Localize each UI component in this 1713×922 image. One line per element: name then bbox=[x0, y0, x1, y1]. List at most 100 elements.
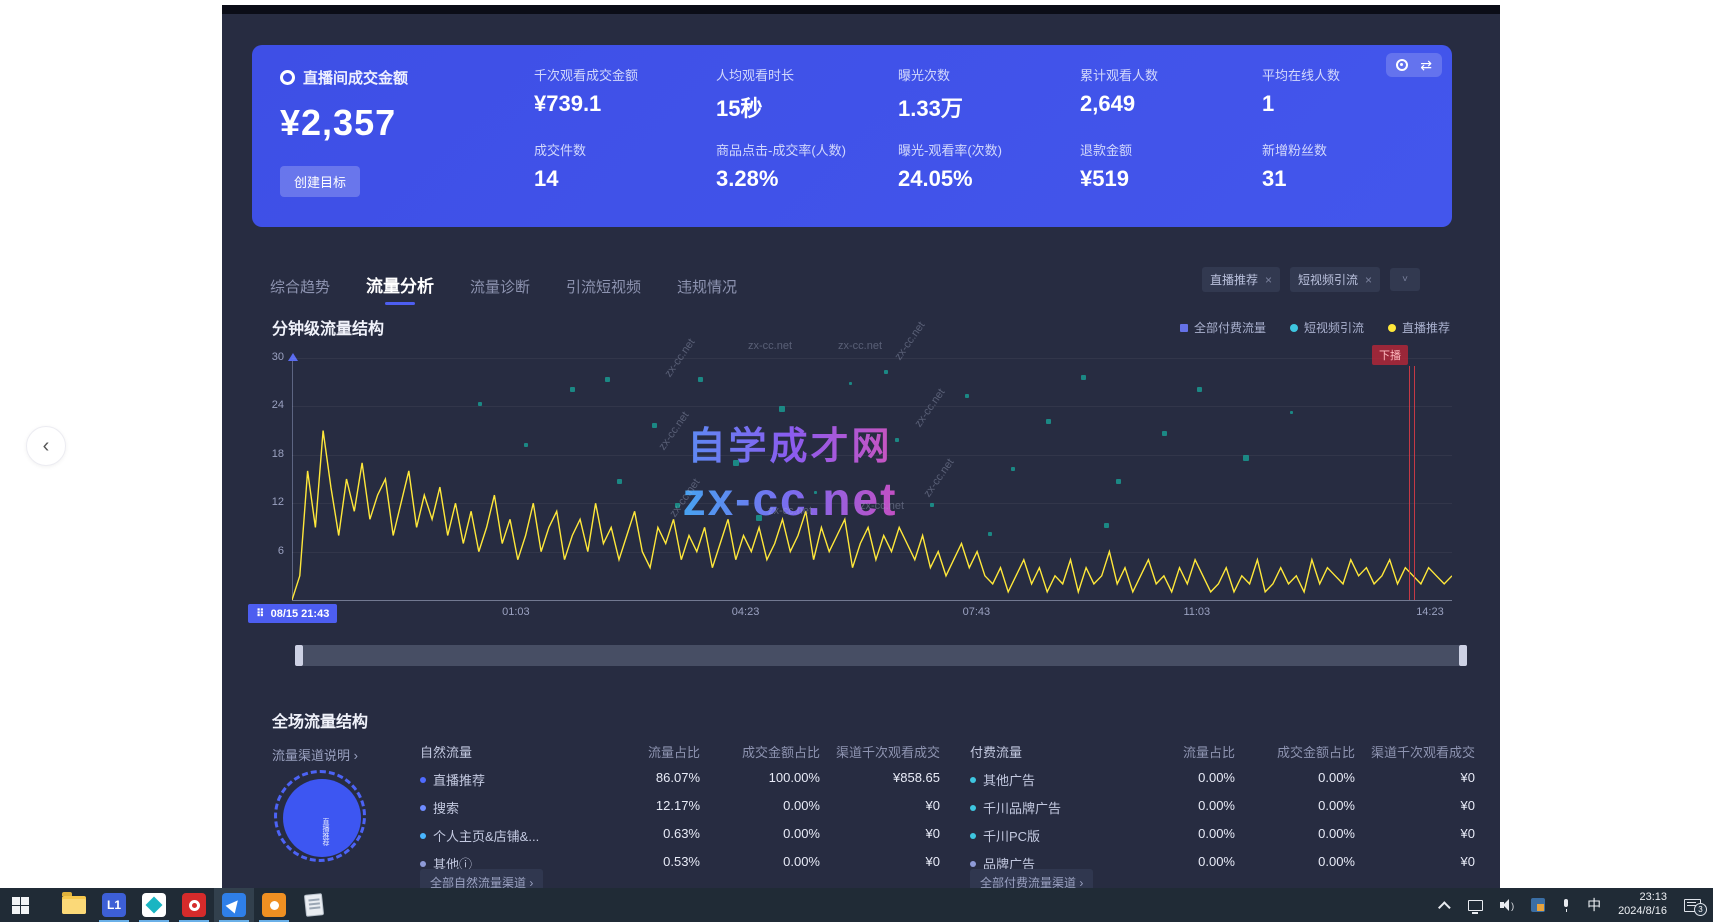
row-bullet-icon bbox=[420, 833, 426, 839]
network-icon[interactable] bbox=[1468, 900, 1483, 911]
row-label-text: 其他广告 bbox=[983, 770, 1035, 789]
primary-metric-title: 直播间成交金额 bbox=[280, 67, 530, 88]
table-cell-value: 0.00% bbox=[700, 854, 820, 873]
l1-app-icon: L1 bbox=[102, 893, 126, 917]
table-cell-value: 0.00% bbox=[1235, 798, 1355, 817]
filter-tag[interactable]: 短视频引流× bbox=[1290, 267, 1380, 292]
row-label-text: 千川品牌广告 bbox=[983, 798, 1061, 817]
table-cell-value: 0.00% bbox=[1120, 826, 1235, 845]
swap-icon[interactable]: ⇄ bbox=[1420, 59, 1432, 71]
notification-badge: 3 bbox=[1694, 903, 1707, 916]
close-icon[interactable]: × bbox=[1365, 273, 1372, 287]
slider-handle-right[interactable] bbox=[1459, 645, 1467, 666]
table-column-header: 渠道千次观看成交 bbox=[820, 742, 940, 761]
table-row-label: 直播推荐 bbox=[420, 770, 595, 789]
table-cell-value: 0.00% bbox=[700, 826, 820, 845]
taskbar-app-orange[interactable] bbox=[254, 888, 294, 922]
taskbar-app-l1[interactable]: L1 bbox=[94, 888, 134, 922]
scatter-dot bbox=[965, 394, 969, 398]
y-axis-tick: 6 bbox=[258, 545, 284, 557]
all-paid-channels-link[interactable]: 全部付费流量渠道 › bbox=[970, 869, 1093, 888]
table-column-header: 流量占比 bbox=[1120, 742, 1235, 761]
traffic-table-grid: 自然流量流量占比成交金额占比渠道千次观看成交直播推荐86.07%100.00%¥… bbox=[420, 742, 940, 873]
taskbar-clock[interactable]: 23:13 2024/8/16 bbox=[1618, 891, 1667, 919]
all-natural-channels-link[interactable]: 全部自然流量渠道 › bbox=[420, 869, 543, 888]
create-goal-button[interactable]: 创建目标 bbox=[280, 166, 360, 197]
metric-label: 累计观看人数 bbox=[1080, 65, 1252, 84]
table-column-header: 成交金额占比 bbox=[700, 742, 820, 761]
filter-dropdown-button[interactable]: ˅ bbox=[1390, 268, 1420, 291]
scatter-dot bbox=[478, 402, 482, 406]
x-axis-line bbox=[292, 600, 1452, 601]
table-cell-value: ¥0 bbox=[820, 798, 940, 817]
donut-label: 直播推荐 bbox=[320, 818, 330, 846]
notepad-icon bbox=[304, 893, 324, 917]
metric-value: ¥519 bbox=[1080, 166, 1252, 192]
volume-icon[interactable]: ) bbox=[1500, 899, 1514, 911]
table-cell-value: 0.00% bbox=[1235, 770, 1355, 789]
tab-流量诊断[interactable]: 流量诊断 bbox=[470, 276, 530, 305]
legend-swatch-icon bbox=[1180, 324, 1188, 332]
gear-icon[interactable] bbox=[1396, 59, 1408, 71]
tab-引流短视频[interactable]: 引流短视频 bbox=[566, 276, 641, 305]
slider-selection[interactable] bbox=[303, 645, 1459, 666]
microphone-icon[interactable] bbox=[1562, 899, 1570, 912]
metric-cell: 曝光次数1.33万 bbox=[898, 65, 1070, 140]
back-button[interactable]: ‹ bbox=[26, 426, 66, 466]
chart-title: 分钟级流量结构 bbox=[272, 315, 384, 339]
metric-value: 15秒 bbox=[716, 91, 888, 123]
scatter-dot bbox=[605, 377, 610, 382]
legend-swatch-icon bbox=[1290, 324, 1298, 332]
x-axis-tick: 11:03 bbox=[1183, 606, 1210, 618]
tab-流量分析[interactable]: 流量分析 bbox=[366, 272, 434, 305]
filter-tag[interactable]: 直播推荐× bbox=[1202, 267, 1280, 292]
selected-time-label[interactable]: ⠿ 08/15 21:43 bbox=[248, 604, 337, 623]
start-button[interactable] bbox=[0, 888, 40, 922]
table-column-header: 流量占比 bbox=[595, 742, 700, 761]
taskbar-file-explorer[interactable] bbox=[54, 888, 94, 922]
scatter-dot bbox=[895, 438, 899, 442]
legend-item-直播推荐[interactable]: 直播推荐 bbox=[1388, 319, 1450, 336]
stream-end-marker-badge: 下播 bbox=[1372, 345, 1408, 365]
tray-expand-icon[interactable] bbox=[1438, 901, 1451, 914]
table-column-header: 渠道千次观看成交 bbox=[1355, 742, 1475, 761]
ime-indicator[interactable]: 中 bbox=[1587, 895, 1601, 915]
legend-label: 全部付费流量 bbox=[1194, 319, 1266, 336]
metric-value: 3.28% bbox=[716, 166, 888, 192]
legend-item-全部付费流量[interactable]: 全部付费流量 bbox=[1180, 319, 1266, 336]
taskbar-app-red[interactable] bbox=[174, 888, 214, 922]
taskbar-app-notepad[interactable] bbox=[294, 888, 334, 922]
metric-label: 曝光次数 bbox=[898, 65, 1070, 84]
scatter-dot bbox=[779, 406, 785, 412]
scatter-dot bbox=[1046, 419, 1051, 424]
scatter-dot bbox=[1162, 431, 1167, 436]
traffic-line-chart bbox=[292, 358, 1452, 600]
legend-label: 短视频引流 bbox=[1304, 319, 1364, 336]
close-icon[interactable]: × bbox=[1265, 273, 1272, 287]
tray-app-icon[interactable] bbox=[1531, 898, 1545, 912]
notification-center-icon[interactable]: 3 bbox=[1684, 899, 1701, 912]
scatter-dot bbox=[1104, 523, 1109, 528]
taskbar-app-pointer[interactable] bbox=[214, 888, 254, 922]
metric-value: 2,649 bbox=[1080, 91, 1252, 117]
scatter-dot bbox=[814, 491, 817, 494]
legend-item-短视频引流[interactable]: 短视频引流 bbox=[1290, 319, 1364, 336]
tab-综合趋势[interactable]: 综合趋势 bbox=[270, 276, 330, 305]
y-axis-tick: 30 bbox=[258, 351, 284, 363]
metric-cell: 商品点击-成交率(人数)3.28% bbox=[716, 140, 888, 215]
chart-range-slider[interactable] bbox=[295, 645, 1467, 666]
natural-traffic-table: 自然流量流量占比成交金额占比渠道千次观看成交直播推荐86.07%100.00%¥… bbox=[420, 742, 940, 873]
channel-explain-link[interactable]: 流量渠道说明 › bbox=[272, 745, 358, 764]
slider-handle-left[interactable] bbox=[295, 645, 303, 666]
taskbar-app-teal[interactable] bbox=[134, 888, 174, 922]
y-axis-tick: 24 bbox=[258, 399, 284, 411]
row-bullet-icon bbox=[970, 861, 976, 867]
row-bullet-icon bbox=[970, 777, 976, 783]
tab-违规情况[interactable]: 违规情况 bbox=[677, 276, 737, 305]
metric-cell: 曝光-观看率(次数)24.05% bbox=[898, 140, 1070, 215]
metric-value: 1 bbox=[1262, 91, 1434, 117]
scatter-dot bbox=[1116, 479, 1121, 484]
table-cell-value: 0.00% bbox=[1235, 826, 1355, 845]
metric-value: ¥739.1 bbox=[534, 91, 706, 117]
x-axis-tick: 14:23 bbox=[1416, 606, 1444, 618]
